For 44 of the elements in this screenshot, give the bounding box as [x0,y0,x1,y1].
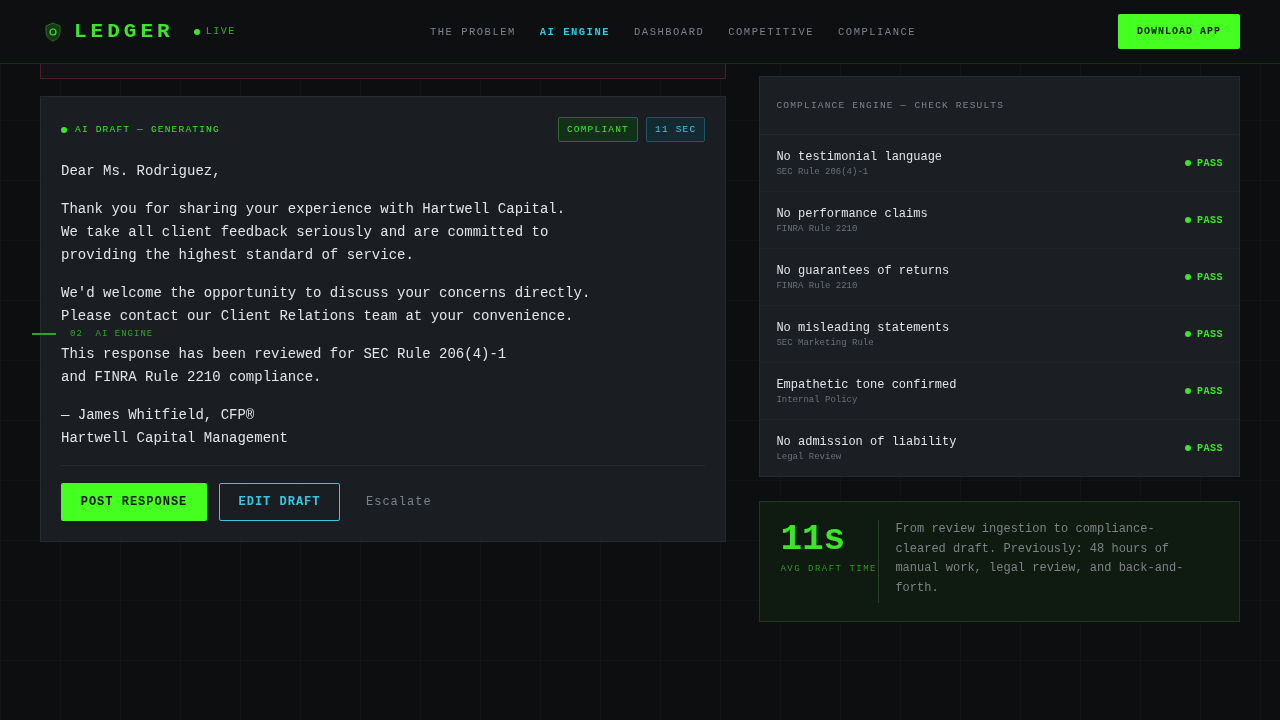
edit-draft-button[interactable]: EDIT DRAFT [219,483,340,521]
stat-label: AVG DRAFT TIME [780,564,879,574]
nav-link[interactable]: AI ENGINE [539,25,611,38]
check-result: PASS [1185,328,1223,340]
check-name: No testimonial language [776,149,943,164]
rule-reference: SEC Rule 206(4)-1 [776,166,870,177]
draft-paragraph: — James Whitfield, CFP® Hartwell Capital Management [61,406,289,448]
rule-reference: Internal Policy [776,394,859,405]
stat-value: 11s [780,520,847,560]
check-name: No misleading statements [776,320,950,335]
check-result: PASS [1185,442,1223,454]
nav-link[interactable]: DASHBOARD [634,25,705,38]
check-result: PASS [1185,385,1223,397]
download-app-button[interactable]: DOWNLOAD APP [1118,14,1240,49]
stat-description: From review ingestion to compliance-cleared draft. Previously: 48 hours of manual work, legal review, and back-and-forth. [895,521,1185,597]
live-indicator: LIVE [193,26,236,37]
rule-reference: FINRA Rule 2210 [776,223,859,234]
draft-status: AI DRAFT — GENERATING [61,124,220,135]
brand-name: LEDGER [74,20,174,43]
check-name: No guarantees of returns [776,263,950,278]
time-badge: 11 SEC [646,117,706,142]
post-response-button[interactable]: POST RESPONSE [61,483,207,521]
nav-link[interactable]: COMPETITIVE [728,25,815,38]
check-result: PASS [1185,271,1223,283]
draft-paragraph: Thank you for sharing your experience with Hartwell Capital. We take all client feedback seriously and are committed to providing the highest standard of service. [61,200,567,265]
check-result: PASS [1185,214,1223,226]
check-name: No performance claims [776,206,928,221]
rule-reference: Legal Review [776,451,843,462]
nav-link[interactable]: THE PROBLEM [430,25,516,38]
rule-reference: FINRA Rule 2210 [776,280,859,291]
shield-logo-icon [44,21,62,42]
panel-title: COMPLIANCE ENGINE — CHECK RESULTS [760,77,1239,135]
check-name: Empathetic tone confirmed [776,377,957,392]
draft-paragraph: We'd welcome the opportunity to discuss your concerns directly. Please contact our Client Relations team at your convenience. [61,284,592,326]
rule-reference: SEC Marketing Rule [776,337,875,348]
draft-paragraph: Dear Ms. Rodriguez, [61,162,222,181]
draft-paragraph: This response has been reviewed for SEC Rule 206(4)-1 and FINRA Rule 2210 compliance. [61,345,508,387]
active-section-marker [32,333,56,335]
check-result: PASS [1185,157,1223,169]
escalate-link[interactable]: Escalate [352,483,446,521]
compliant-badge: COMPLIANT [557,117,638,142]
check-name: No admission of liability [776,434,957,449]
side-nav-link[interactable]: 02 AI ENGINE [70,329,154,339]
nav-link[interactable]: COMPLIANCE [838,25,917,38]
